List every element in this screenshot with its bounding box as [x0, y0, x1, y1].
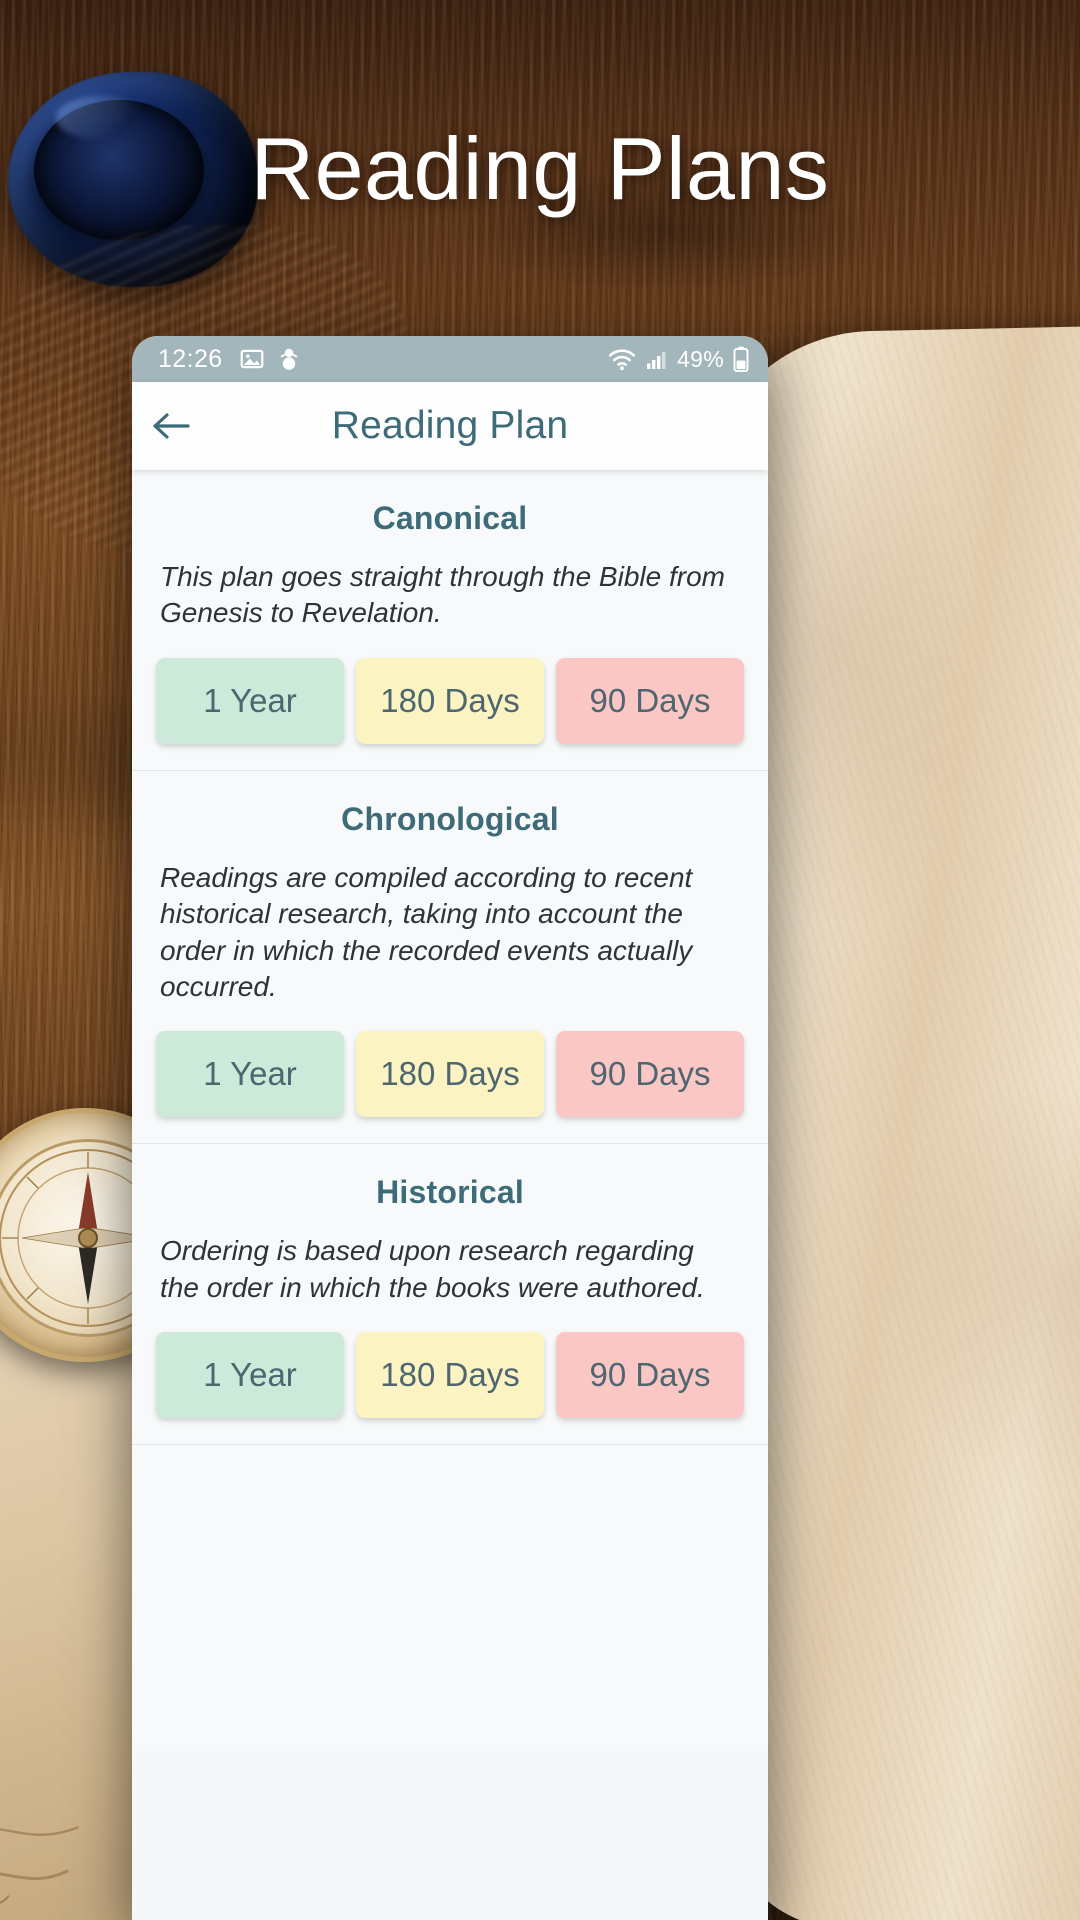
duration-button-1-year[interactable]: 1 Year — [156, 1332, 344, 1419]
phone-screenshot: 12:26 49% Reading Plan Canonical This pl… — [132, 336, 768, 1920]
duration-button-row: 1 Year 180 Days 90 Days — [132, 657, 768, 744]
status-bar-notification-icons — [239, 346, 301, 372]
cellular-signal-icon — [647, 352, 666, 369]
app-bar-title: Reading Plan — [331, 404, 569, 447]
duration-button-1-year[interactable]: 1 Year — [156, 1031, 344, 1118]
reading-plan-list[interactable]: Canonical This plan goes straight throug… — [132, 470, 768, 1920]
duration-button-row: 1 Year 180 Days 90 Days — [132, 1031, 768, 1118]
back-arrow-icon — [153, 413, 190, 439]
plan-description: This plan goes straight through the Bibl… — [160, 561, 725, 629]
plan-card-canonical: Canonical This plan goes straight throug… — [132, 470, 768, 771]
duration-button-180-days[interactable]: 180 Days — [356, 657, 544, 744]
plan-description: Ordering is based upon research regardin… — [160, 1235, 705, 1303]
app-bar: Reading Plan — [132, 382, 768, 470]
duration-button-90-days[interactable]: 90 Days — [556, 1031, 744, 1118]
duration-button-180-days[interactable]: 180 Days — [356, 1332, 544, 1419]
battery-icon — [733, 346, 749, 372]
plan-card-historical: Historical Ordering is based upon resear… — [132, 1144, 768, 1446]
back-button[interactable] — [132, 382, 210, 470]
page-title-banner: Reading Plans — [0, 118, 1080, 220]
plan-title: Historical — [376, 1174, 524, 1211]
battery-percent-label: 49% — [677, 345, 724, 372]
wifi-icon — [608, 349, 636, 371]
plan-card-chronological: Chronological Readings are compiled acco… — [132, 770, 768, 1145]
map-coastline-illustration — [0, 1826, 80, 1905]
list-empty-area — [132, 1445, 768, 1746]
page-title: Reading Plans — [250, 119, 830, 218]
duration-button-1-year[interactable]: 1 Year — [156, 657, 344, 744]
status-bar-clock: 12:26 — [158, 344, 223, 373]
plan-title: Canonical — [372, 500, 528, 536]
duration-button-row: 1 Year 180 Days 90 Days — [132, 1332, 768, 1419]
status-bar: 12:26 49% — [132, 336, 768, 382]
duration-button-180-days[interactable]: 180 Days — [356, 1031, 544, 1118]
image-icon — [240, 349, 263, 369]
status-bar-system-icons: 49% — [607, 346, 750, 373]
plan-title: Chronological — [341, 800, 559, 837]
snowman-icon — [280, 348, 297, 370]
page-root: Reading Plans 12:26 49% Reading Plan Can… — [0, 0, 1080, 1920]
duration-button-90-days[interactable]: 90 Days — [556, 1332, 744, 1419]
duration-button-90-days[interactable]: 90 Days — [556, 657, 744, 744]
plan-description: Readings are compiled according to recen… — [160, 861, 693, 1002]
